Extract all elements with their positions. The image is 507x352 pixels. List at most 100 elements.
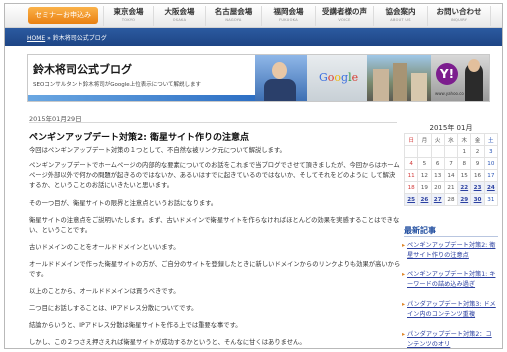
yahoo-logo: Y! — [436, 63, 458, 85]
calendar-day[interactable]: 29 — [457, 193, 472, 206]
calendar-week-row: 11 12 13 14 15 16 17 — [403, 169, 499, 182]
calendar-day: 13 — [430, 169, 445, 182]
calendar-week-row: 25 26 27 28 29 30 31 — [403, 193, 499, 206]
divider — [404, 236, 498, 237]
calendar-weekday: 金 — [470, 133, 485, 146]
calendar-day: 14 — [443, 169, 459, 182]
recent-post-link[interactable]: パンダアップデート対策3: ドメイン内のコンテンツ重複 — [402, 300, 497, 319]
yahoo-url-sign: www.yahoo.co — [435, 91, 464, 96]
post-paragraph: 古いドメインのことをオールドドメインといいます。 — [29, 244, 180, 251]
calendar-day: 12 — [417, 169, 432, 182]
nav-sublabel: FUKUOKA — [279, 18, 298, 22]
calendar-week-row: 123 — [403, 145, 499, 158]
calendar-day: 7 — [443, 157, 459, 170]
blog-subtitle: SEOコンサルタント鈴木将司がGoogle上位表示について解説します — [33, 82, 202, 88]
nav-voice[interactable]: 受講者様の声 VOICE — [315, 6, 373, 26]
calendar-day: 28 — [443, 193, 459, 206]
nav-label: 大阪会場 — [164, 7, 195, 16]
calendar: 日月火水木金土 1 2 3 4 5 6 7 8 9 10 11 12 13 14 15 16 17 18 19 20 21… — [403, 133, 499, 206]
calendar-day: 6 — [430, 157, 445, 170]
calendar-day — [417, 145, 432, 158]
calendar-day — [403, 145, 419, 158]
calendar-day: 3 — [483, 145, 499, 158]
breadcrumb-home-link[interactable]: HOME — [27, 35, 45, 42]
top-navigation: セミナーお申込み 東京会場 TOKYO 大阪会場 OSAKA 名古屋会場 NAG… — [5, 4, 502, 28]
calendar-week-row: 18 19 20 21 22 23 24 — [403, 181, 499, 194]
calendar-day[interactable]: 23 — [470, 181, 485, 194]
google-logo: Google — [319, 71, 359, 84]
blog-title[interactable]: 鈴木将司公式ブログ — [33, 61, 132, 77]
calendar-weekday: 月 — [417, 133, 432, 146]
breadcrumb-bar: HOME » 鈴木将司公式ブログ — [5, 28, 502, 46]
calendar-day: 11 — [403, 169, 419, 182]
calendar-day — [430, 145, 445, 158]
calendar-weekday: 木 — [457, 133, 472, 146]
calendar-weekday: 土 — [483, 133, 499, 146]
calendar-day[interactable]: 27 — [430, 193, 445, 206]
nav-osaka[interactable]: 大阪会場 OSAKA — [153, 6, 205, 26]
post-title[interactable]: ペンギンアップデート対策2: 衛星サイト作りの注意点 — [29, 130, 249, 143]
seminar-signup-button[interactable]: セミナーお申込み — [28, 7, 98, 24]
calendar-weekday: 水 — [443, 133, 459, 146]
calendar-weekday: 火 — [430, 133, 445, 146]
calendar-weekday: 日 — [403, 133, 419, 146]
calendar-day: 5 — [417, 157, 432, 170]
post-paragraph: 今回はペンギンアップデート対策の１つとして、不自然な被リンク元について解説します… — [29, 147, 286, 154]
nav-sublabel: VOICE — [338, 18, 351, 22]
calendar-day: 1 — [457, 145, 472, 158]
calendar-day: 8 — [457, 157, 472, 170]
post-paragraph: オールドドメインで作った衛星サイトの方が、ご自分のサイトを登録したときに新しいド… — [29, 261, 401, 278]
nav-sublabel: NAGOYA — [225, 18, 242, 22]
nav-label: 東京会場 — [113, 7, 144, 16]
calendar-day: 10 — [483, 157, 499, 170]
post-paragraph: しかし、この２つさえ押さえれば衛星サイトが成功するかというと、そんなに甘くはあり… — [29, 339, 306, 346]
calendar-weekday-row: 日月火水木金土 — [403, 133, 499, 146]
calendar-day: 2 — [470, 145, 485, 158]
calendar-day: 18 — [403, 181, 419, 194]
street-photo — [367, 55, 431, 101]
calendar-week-row: 4 5 6 7 8 9 10 — [403, 157, 499, 170]
nav-fukuoka[interactable]: 福岡会場 FUKUOKA — [261, 6, 315, 26]
nav-label: 受講者様の声 — [322, 7, 367, 16]
calendar-day[interactable]: 30 — [470, 193, 485, 206]
nav-sublabel: TOKYO — [121, 18, 136, 22]
nav-label: 福岡会場 — [273, 7, 304, 16]
calendar-day[interactable]: 26 — [417, 193, 432, 206]
calendar-day[interactable]: 24 — [483, 181, 499, 194]
calendar-day: 20 — [430, 181, 445, 194]
calendar-day: 9 — [470, 157, 485, 170]
nav-about[interactable]: 協会案内 ABOUT US — [373, 6, 427, 26]
calendar-day: 4 — [403, 157, 419, 170]
google-office-photo: Google — [307, 55, 367, 101]
nav-sublabel: OSAKA — [172, 18, 187, 22]
nav-sublabel: ABOUT US — [390, 18, 411, 22]
post-paragraph: 衛星サイトの注意点をご説明いたします。まず、古いドメインで衛星サイトを作らなけれ… — [29, 217, 400, 234]
recent-post-link[interactable]: ペンギンアップデート対策1: キーワードの詰め込み過ぎ — [402, 270, 497, 289]
calendar-day — [443, 145, 459, 158]
breadcrumb-current: 鈴木将司公式ブログ — [52, 35, 107, 42]
post-paragraph: ペンギンアップデートでホームページの内部的な要素についてのお話をこれまで当ブログ… — [29, 162, 400, 189]
nav-label: お問い合わせ — [436, 7, 482, 16]
calendar-day[interactable]: 22 — [457, 181, 472, 194]
browser-page: セミナーお申込み 東京会場 TOKYO 大阪会場 OSAKA 名古屋会場 NAG… — [4, 3, 503, 349]
divider — [29, 122, 397, 123]
recent-post-link[interactable]: パンダアップデート対策2：コンテンツのオリ — [402, 330, 497, 348]
calendar-day: 21 — [443, 181, 459, 194]
author-photo — [255, 55, 307, 101]
nav-label: 協会案内 — [385, 7, 416, 16]
nav-tokyo[interactable]: 東京会場 TOKYO — [103, 6, 153, 26]
post-paragraph: その一つ目が、衛星サイトの限界と注意点というお話になります。 — [29, 200, 218, 207]
blog-header-banner: 鈴木将司公式ブログ SEOコンサルタント鈴木将司がGoogle上位表示について解… — [27, 54, 490, 102]
nav-label: 名古屋会場 — [214, 7, 253, 16]
recent-posts-heading: 最新記事 — [404, 226, 436, 235]
recent-post-link[interactable]: ペンギンアップデート対策2: 衛星サイト作りの注意点 — [402, 241, 497, 260]
calendar-day[interactable]: 25 — [403, 193, 419, 206]
yahoo-office-photo: Y! www.yahoo.co — [431, 55, 489, 101]
calendar-day: 16 — [470, 169, 485, 182]
post-paragraph: 以上のことから、オールドドメインは買うべきです。 — [29, 288, 180, 295]
calendar-title: 2015年 01月 — [429, 124, 473, 132]
nav-inquiry[interactable]: お問い合わせ INQUIRY — [427, 6, 491, 26]
nav-nagoya[interactable]: 名古屋会場 NAGOYA — [205, 6, 261, 26]
calendar-day: 17 — [483, 169, 499, 182]
breadcrumb: HOME » 鈴木将司公式ブログ — [27, 33, 107, 42]
